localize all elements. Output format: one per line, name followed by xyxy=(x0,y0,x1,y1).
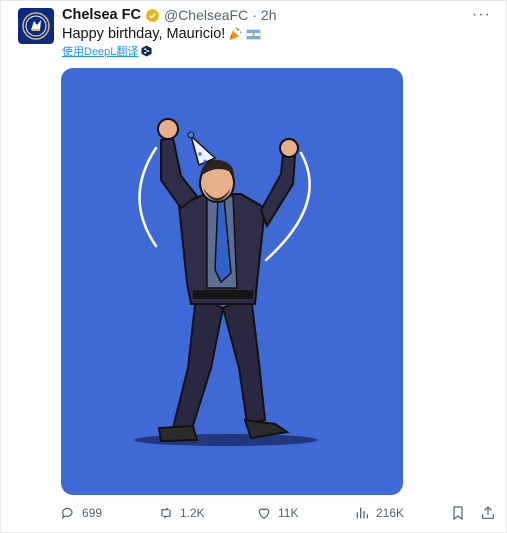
tweet-text-content: Happy birthday, Mauricio! xyxy=(62,26,226,42)
reply-button[interactable]: 699 xyxy=(60,505,102,521)
chelsea-crest-icon xyxy=(22,12,50,40)
tweet-text: Happy birthday, Mauricio! xyxy=(62,26,262,42)
tweet-media-image[interactable] xyxy=(61,68,403,495)
avatar[interactable] xyxy=(18,8,54,44)
birthday-illustration xyxy=(134,118,318,446)
views-button[interactable]: 216K xyxy=(354,505,404,521)
reply-count: 699 xyxy=(82,506,103,520)
timestamp[interactable]: 2h xyxy=(261,7,277,23)
party-popper-emoji-icon xyxy=(229,27,242,41)
like-button[interactable]: 11K xyxy=(256,505,298,521)
tweet-actions-bar: 699 1.2K 11K 216K xyxy=(60,505,500,525)
like-icon xyxy=(258,508,270,520)
translate-row: 使用DeepL翻译 xyxy=(62,43,152,59)
share-button[interactable] xyxy=(480,505,496,521)
more-icon[interactable]: ··· xyxy=(472,6,491,24)
display-name[interactable]: Chelsea FC xyxy=(62,7,141,23)
handle[interactable]: @ChelseaFC xyxy=(164,7,248,23)
like-count: 11K xyxy=(278,506,299,520)
deepl-icon xyxy=(141,45,152,57)
views-count: 216K xyxy=(376,506,405,520)
repost-button[interactable]: 1.2K xyxy=(158,505,205,521)
argentina-flag-emoji-icon xyxy=(246,28,262,40)
tweet-header: Chelsea FC @ChelseaFC · 2h xyxy=(62,6,276,24)
reply-icon xyxy=(61,507,73,520)
bookmark-button[interactable] xyxy=(450,505,466,521)
repost-count: 1.2K xyxy=(180,506,205,520)
share-icon xyxy=(482,506,494,519)
views-icon xyxy=(356,507,368,519)
separator: · xyxy=(252,7,257,23)
repost-icon xyxy=(161,507,171,519)
verified-badge-icon xyxy=(145,8,160,23)
translate-link[interactable]: 使用DeepL翻译 xyxy=(62,43,138,59)
bookmark-icon xyxy=(453,506,463,521)
